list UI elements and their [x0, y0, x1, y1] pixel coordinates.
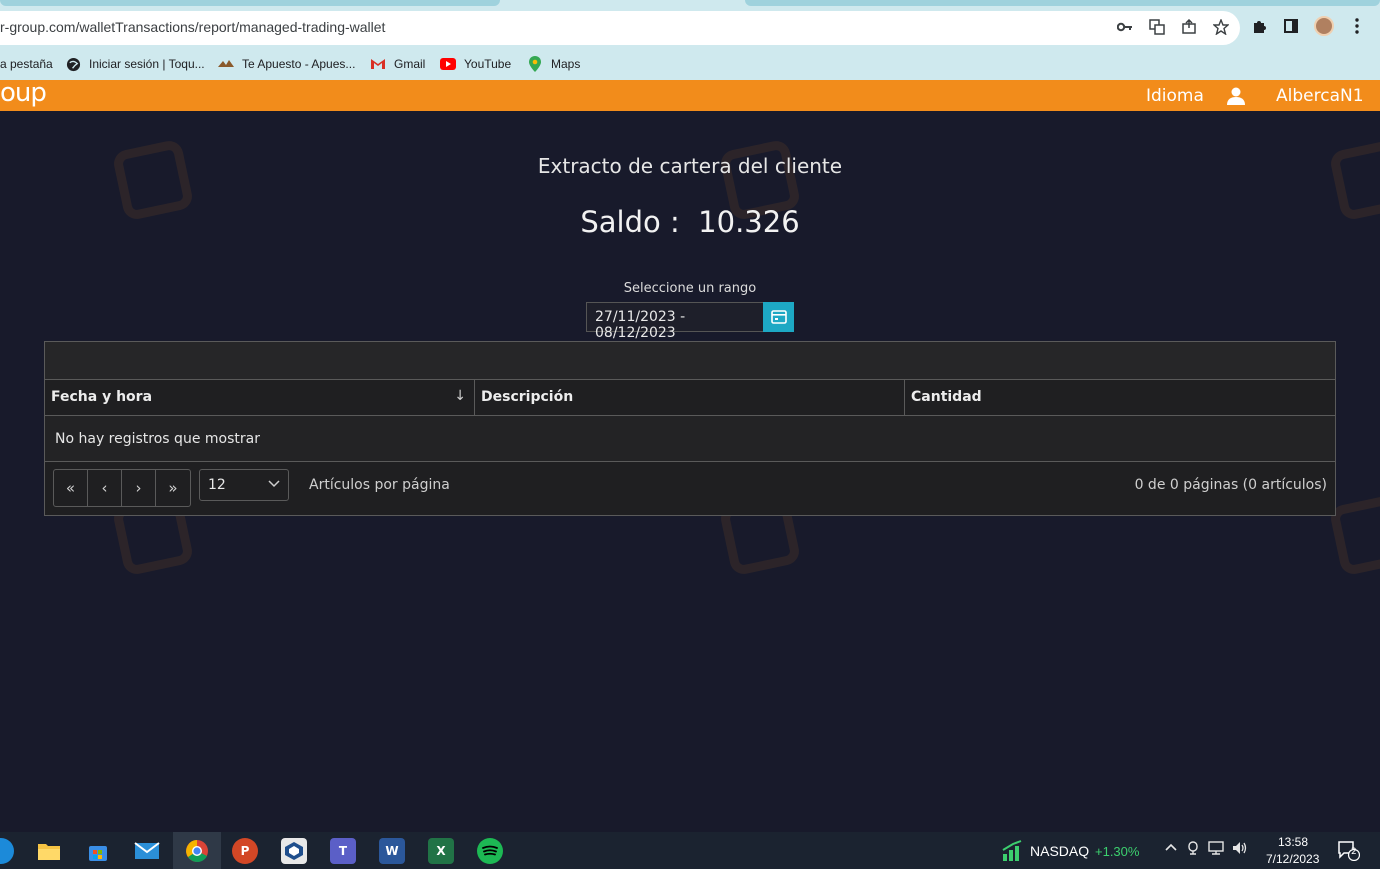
- notification-icon[interactable]: 2: [1338, 841, 1361, 862]
- meet-icon[interactable]: [1186, 841, 1200, 859]
- first-page-button[interactable]: «: [54, 470, 88, 506]
- column-header-amount[interactable]: Cantidad: [905, 380, 1335, 416]
- volume-icon[interactable]: [1232, 841, 1248, 859]
- maps-icon: [527, 56, 543, 72]
- clock-time[interactable]: 13:58: [1278, 835, 1308, 849]
- bookmarks-bar: a pestaña Iniciar sesión | Toqu... Te Ap…: [0, 48, 1380, 80]
- bookmark-item[interactable]: Te Apuesto - Apues...: [218, 54, 355, 74]
- bookmark-star-icon[interactable]: [1212, 18, 1230, 36]
- gmail-icon: [370, 56, 386, 72]
- browser-toolbar: r-group.com/walletTransactions/report/ma…: [0, 8, 1380, 48]
- bookmark-item[interactable]: Maps: [527, 54, 580, 74]
- network-icon[interactable]: [1208, 841, 1224, 859]
- chevron-up-icon[interactable]: [1164, 841, 1178, 859]
- chrome-icon[interactable]: [184, 838, 210, 864]
- sketchup-icon[interactable]: [281, 838, 307, 864]
- share-icon[interactable]: [1180, 18, 1198, 36]
- file-explorer-icon[interactable]: [36, 838, 62, 864]
- youtube-icon: [440, 56, 456, 72]
- store-icon[interactable]: [85, 838, 111, 864]
- key-icon[interactable]: [1116, 18, 1134, 36]
- profile-avatar[interactable]: [1314, 16, 1334, 36]
- mail-icon[interactable]: [134, 838, 160, 864]
- word-icon[interactable]: W: [379, 838, 405, 864]
- extensions-icon[interactable]: [1250, 17, 1268, 35]
- side-panel-icon[interactable]: [1282, 17, 1300, 35]
- page-size-label: Artículos por página: [309, 477, 450, 493]
- windows-taskbar: P T W X NASDAQ +1.30% 13:58 7/12/2023 2: [0, 832, 1380, 869]
- address-bar[interactable]: r-group.com/walletTransactions/report/ma…: [0, 11, 1240, 45]
- notification-count: 2: [1351, 847, 1357, 857]
- site-icon: [218, 56, 234, 72]
- clock-date[interactable]: 7/12/2023: [1266, 852, 1319, 866]
- transactions-grid: Fecha y hora ↓ Descripción Cantidad No h…: [44, 341, 1336, 516]
- user-icon[interactable]: [1226, 86, 1246, 106]
- pager: « ‹ › » 12 Artículos por página 0 de 0 p…: [45, 462, 1335, 515]
- balance-value: 10.326: [698, 205, 800, 239]
- stock-ticker[interactable]: NASDAQ: [1030, 843, 1089, 859]
- teams-icon[interactable]: T: [330, 838, 356, 864]
- grid-toolbar: [45, 342, 1335, 380]
- calendar-button[interactable]: [763, 302, 794, 332]
- column-header-description[interactable]: Descripción: [475, 380, 905, 416]
- page-size-select[interactable]: 12: [199, 469, 289, 501]
- next-page-button[interactable]: ›: [122, 470, 156, 506]
- page-info: 0 de 0 páginas (0 artículos): [1134, 477, 1327, 493]
- translate-icon[interactable]: [1148, 18, 1166, 36]
- browser-tab[interactable]: [0, 0, 500, 6]
- bookmark-item[interactable]: Gmail: [370, 54, 425, 74]
- last-page-button[interactable]: »: [156, 470, 190, 506]
- stock-change[interactable]: +1.30%: [1095, 844, 1139, 859]
- menu-dots-icon[interactable]: [1348, 17, 1366, 35]
- url-text[interactable]: r-group.com/walletTransactions/report/ma…: [0, 19, 385, 35]
- powerpoint-icon[interactable]: P: [232, 838, 258, 864]
- edge-icon[interactable]: [0, 838, 14, 864]
- date-range-label: Seleccione un rango: [623, 281, 757, 296]
- empty-message: No hay registros que mostrar: [45, 416, 1335, 462]
- bookmark-item[interactable]: a pestaña: [0, 54, 53, 74]
- bookmark-item[interactable]: Iniciar sesión | Toqu...: [65, 54, 205, 74]
- date-range-input[interactable]: 27/11/2023 - 08/12/2023: [586, 302, 764, 341]
- spotify-icon[interactable]: [477, 838, 503, 864]
- calendar-icon: [770, 310, 787, 324]
- prev-page-button[interactable]: ‹: [88, 470, 122, 506]
- balance-display: Saldo : 10.326: [0, 205, 1380, 239]
- browser-tab-strip: [0, 0, 1380, 8]
- page-title: Extracto de cartera del cliente: [537, 154, 843, 178]
- sort-down-icon[interactable]: ↓: [454, 388, 466, 404]
- bookmark-item[interactable]: YouTube: [440, 54, 511, 74]
- language-menu[interactable]: Idioma: [1146, 86, 1204, 106]
- column-header-date[interactable]: Fecha y hora ↓: [45, 380, 475, 416]
- browser-tab[interactable]: [745, 0, 1380, 6]
- excel-icon[interactable]: X: [428, 838, 454, 864]
- globe-icon: [65, 56, 81, 72]
- balance-label: Saldo :: [580, 205, 680, 239]
- stock-chart-icon[interactable]: [1000, 838, 1026, 864]
- brand-logo[interactable]: oup: [0, 78, 47, 108]
- chevron-down-icon: [268, 477, 280, 493]
- site-header: oup Idioma AlbercaN1: [0, 78, 1380, 111]
- pager-buttons: « ‹ › »: [53, 469, 191, 507]
- username-menu[interactable]: AlbercaN1: [1276, 86, 1364, 106]
- system-tray: [1164, 841, 1248, 859]
